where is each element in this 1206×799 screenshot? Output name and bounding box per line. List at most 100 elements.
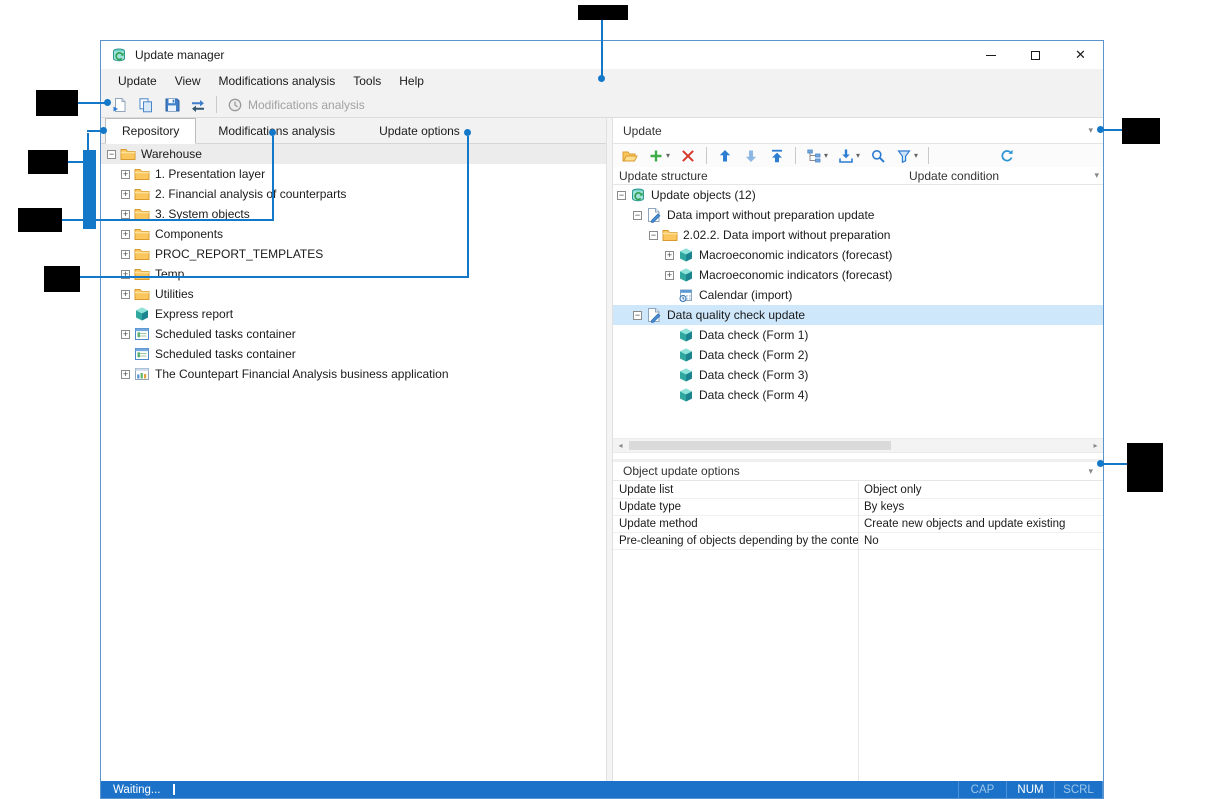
scrollbar-thumb[interactable] [629,441,891,450]
collapse-icon[interactable]: − [649,231,658,240]
new-document-button[interactable] [109,95,131,115]
minimize-button[interactable] [968,41,1013,69]
expand-icon[interactable]: + [665,271,674,280]
collapse-icon[interactable]: − [107,150,116,159]
expand-icon[interactable]: + [665,251,674,260]
menu-item-tools[interactable]: Tools [344,71,390,91]
tree-row-data-import-without-preparation-update[interactable]: −Data import without preparation update [613,205,1103,225]
tree-row-update-objects-12[interactable]: −Update objects (12) [613,185,1103,205]
delete-icon [680,148,696,164]
tree-row-data-check-form-4[interactable]: Data check (Form 4) [613,385,1103,405]
open-folder-button[interactable] [619,146,641,166]
add-button[interactable]: ▾ [645,146,673,166]
copy-button[interactable] [135,95,157,115]
search-button[interactable] [867,146,889,166]
arrow-down-button[interactable] [740,146,762,166]
arrow-top-button[interactable] [766,146,788,166]
expand-icon[interactable]: + [121,370,130,379]
callout-box-modifications [18,208,62,232]
tree-row-temp[interactable]: +Temp [101,264,606,284]
tree-item-label: Data check (Form 2) [699,348,808,362]
expand-icon[interactable]: + [121,230,130,239]
toolbar-separator [928,147,929,164]
chevron-down-icon[interactable]: ▾ [1088,125,1093,136]
tree-row-the-countepart-financial-analysis-business-application[interactable]: +The Countepart Financial Analysis busin… [101,364,606,384]
option-name: Update type [613,499,858,515]
expand-icon[interactable]: + [121,210,130,219]
tree-row-proc-report-templates[interactable]: +PROC_REPORT_TEMPLATES [101,244,606,264]
arrow-up-button[interactable] [714,146,736,166]
tree-row-warehouse[interactable]: −Warehouse [101,144,606,164]
sync-button[interactable] [187,95,209,115]
maximize-button[interactable] [1013,41,1058,69]
tree-row-macroeconomic-indicators-forecast[interactable]: +Macroeconomic indicators (forecast) [613,265,1103,285]
status-text: Waiting... [101,784,161,796]
tree-row-data-quality-check-update[interactable]: − Data quality check update [613,305,1103,325]
chevron-down-icon[interactable]: ▾ [856,151,860,160]
chevron-down-icon[interactable]: ▾ [824,151,828,160]
update-structure-tree[interactable]: −Update objects (12)−Data import without… [613,185,1103,405]
maximize-icon [1031,51,1040,60]
column-update-structure[interactable]: Update structure [613,169,909,183]
horizontal-scrollbar[interactable]: ◂ ▸ [613,438,1103,453]
chevron-down-icon[interactable]: ▾ [1094,170,1099,181]
option-value[interactable]: No [858,533,1103,549]
tree-row-data-check-form-2[interactable]: Data check (Form 2) [613,345,1103,365]
import-button[interactable]: ▾ [835,146,863,166]
object-update-options-header[interactable]: Object update options ▾ [613,459,1103,481]
expand-icon[interactable]: + [121,330,130,339]
tree-row-data-check-form-3[interactable]: Data check (Form 3) [613,365,1103,385]
update-doc-icon [646,207,662,223]
scroll-left-icon[interactable]: ◂ [613,439,628,452]
tree-row-3-system-objects[interactable]: +3. System objects [101,204,606,224]
save-button[interactable] [161,95,183,115]
option-value[interactable]: By keys [858,499,1103,515]
scroll-right-icon[interactable]: ▸ [1088,439,1103,452]
tree-row-components[interactable]: +Components [101,224,606,244]
expand-icon[interactable]: + [121,170,130,179]
tree-row-calendar-import[interactable]: Calendar (import) [613,285,1103,305]
collapse-icon[interactable]: − [633,211,642,220]
collapse-icon[interactable]: − [617,191,626,200]
modifications-analysis-button[interactable]: Modifications analysis [224,95,368,115]
update-panel-header[interactable]: Update ▾ [613,118,1103,144]
menu-item-modifications-analysis[interactable]: Modifications analysis [210,71,345,91]
tree-row-2-financial-analysis-of-counterparts[interactable]: +2. Financial analysis of counterparts [101,184,606,204]
expand-icon[interactable]: + [121,190,130,199]
expand-icon[interactable]: + [121,290,130,299]
refresh-button[interactable] [996,146,1018,166]
update-column-headers[interactable]: Update structure Update condition ▾ [613,167,1103,185]
callout-box-update-dropdown [1122,118,1160,144]
menu-item-help[interactable]: Help [390,71,433,91]
option-value[interactable]: Create new objects and update existing [858,516,1103,532]
option-name: Update method [613,516,858,532]
option-value[interactable]: Object only [858,482,1103,498]
delete-button[interactable] [677,146,699,166]
tree-row-express-report[interactable]: Express report [101,304,606,324]
tree-row-2-02-2-data-import-without-preparation[interactable]: −2.02.2. Data import without preparation [613,225,1103,245]
column-update-condition[interactable]: Update condition [909,169,1094,183]
menu-item-update[interactable]: Update [109,71,166,91]
tree-row-scheduled-tasks-container[interactable]: Scheduled tasks container [101,344,606,364]
close-button[interactable]: ✕ [1058,41,1103,69]
repository-tree[interactable]: −Warehouse+1. Presentation layer+2. Fina… [101,144,606,781]
collapse-icon[interactable]: − [633,311,642,320]
tab-modifications-analysis[interactable]: Modifications analysis [196,118,357,143]
filter-button[interactable]: ▾ [893,146,921,166]
tab-update-options[interactable]: Update options [357,118,482,143]
tree-row-utilities[interactable]: +Utilities [101,284,606,304]
repository-panel: RepositoryModifications analysisUpdate o… [101,118,606,781]
tree-item-label: Data quality check update [667,308,805,322]
expand-icon[interactable]: + [121,250,130,259]
tree-row-scheduled-tasks-container[interactable]: +Scheduled tasks container [101,324,606,344]
chevron-down-icon[interactable]: ▾ [666,151,670,160]
tree-row-1-presentation-layer[interactable]: +1. Presentation layer [101,164,606,184]
tab-repository[interactable]: Repository [105,118,196,144]
tree-button[interactable]: ▾ [803,146,831,166]
tree-row-macroeconomic-indicators-forecast[interactable]: +Macroeconomic indicators (forecast) [613,245,1103,265]
vertical-splitter[interactable] [606,118,613,781]
chevron-down-icon[interactable]: ▾ [914,151,918,160]
menu-item-view[interactable]: View [166,71,210,91]
tree-row-data-check-form-1[interactable]: Data check (Form 1) [613,325,1103,345]
chevron-down-icon[interactable]: ▾ [1088,466,1093,477]
